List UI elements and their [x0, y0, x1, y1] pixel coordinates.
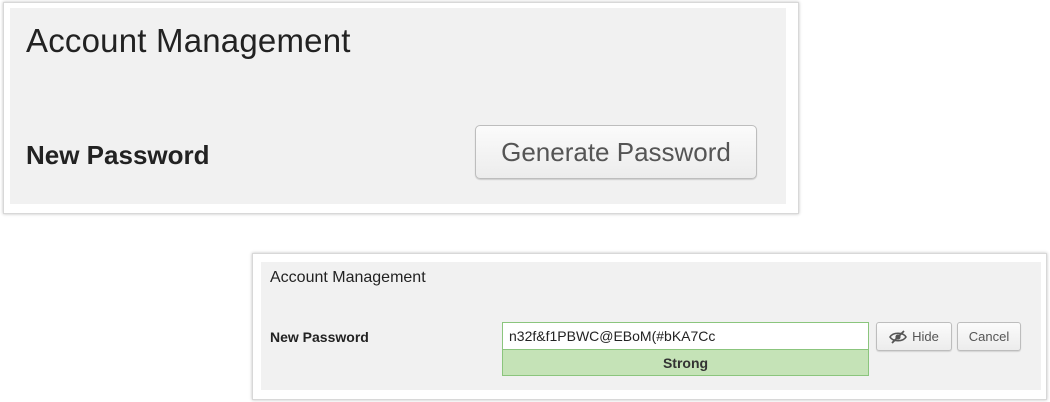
section-title: Account Management	[270, 269, 426, 286]
new-password-label: New Password	[26, 140, 210, 170]
new-password-label: New Password	[270, 329, 369, 345]
eye-slash-icon	[889, 329, 908, 344]
section-title: Account Management	[26, 22, 351, 59]
account-management-panel: Account Management New Password Strong H…	[261, 262, 1041, 390]
generate-password-button[interactable]: Generate Password	[475, 125, 757, 179]
account-management-panel-zoomed: Account Management New Password Generate…	[10, 8, 786, 204]
password-strength-indicator: Strong	[502, 349, 869, 376]
password-field-group: Strong	[502, 322, 869, 376]
new-password-input[interactable]	[502, 322, 869, 349]
hide-button-label: Hide	[912, 329, 939, 344]
hide-password-button[interactable]: Hide	[876, 322, 952, 351]
cancel-button[interactable]: Cancel	[957, 322, 1021, 351]
